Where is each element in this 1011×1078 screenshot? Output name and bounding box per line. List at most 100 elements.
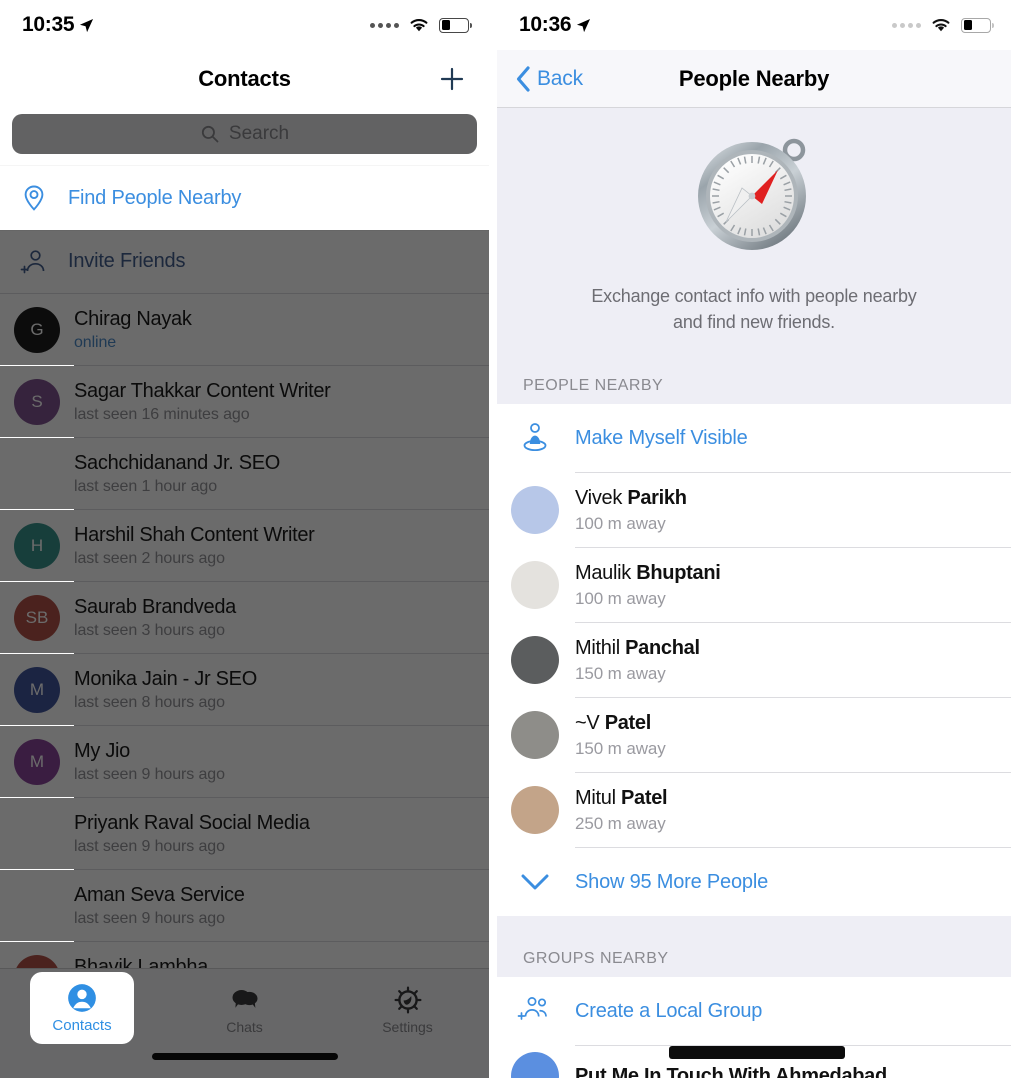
action-find-people-nearby[interactable]: Find People Nearby xyxy=(0,166,489,230)
search-icon xyxy=(201,125,219,143)
tab-label-chats: Chats xyxy=(226,1019,263,1035)
search-bar-container: Search xyxy=(0,108,489,166)
contact-row[interactable]: M Monika Jain - Jr SEO last seen 8 hours a… xyxy=(0,654,489,725)
person-row[interactable]: Maulik Bhuptani 100 m away xyxy=(497,548,1011,622)
contact-status: last seen 2 hours ago xyxy=(74,549,225,567)
avatar xyxy=(14,451,60,497)
contact-row[interactable]: Sachchidanand Jr. SEO last seen 1 hour ag… xyxy=(0,438,489,509)
contact-name: Saurab Brandveda xyxy=(74,595,236,618)
status-time-group-right: 10:36 xyxy=(519,13,591,37)
hero-section: Exchange contact info with people nearby… xyxy=(497,108,1011,362)
left-nav-bar: Contacts xyxy=(0,50,489,108)
left-dim-layer-2: Invite Friends G Chirag Nayak online S Sagar… xyxy=(0,230,489,1014)
back-button[interactable]: Back xyxy=(515,65,583,93)
gear-icon xyxy=(394,986,421,1014)
contact-name: My Jio xyxy=(74,739,130,762)
person-name: Mithil Panchal xyxy=(575,637,700,660)
contact-name: Chirag Nayak xyxy=(74,307,192,330)
person-last-name: Parikh xyxy=(627,486,687,509)
contact-status: last seen 9 hours ago xyxy=(74,765,225,783)
person-distance: 100 m away xyxy=(575,588,666,608)
person-distance: 150 m away xyxy=(575,663,666,683)
status-indicators-right xyxy=(892,17,995,33)
show-more-people-label: Show 95 More People xyxy=(575,870,768,893)
tab-contacts-highlight[interactable]: Contacts xyxy=(30,972,134,1044)
contact-text: Saurab Brandveda last seen 3 hours ago xyxy=(74,596,475,640)
person-row[interactable]: Vivek Parikh 100 m away xyxy=(497,473,1011,547)
show-more-people-row[interactable]: Show 95 More People xyxy=(497,848,1011,916)
person-last-name: Patel xyxy=(604,711,652,734)
avatar xyxy=(14,811,60,857)
person-row[interactable]: ~V Patel 150 m away xyxy=(497,698,1011,772)
person-text: Vivek Parikh 100 m away xyxy=(575,487,687,534)
wifi-icon xyxy=(932,18,950,32)
person-first-name: ~V xyxy=(575,711,605,734)
compass-icon xyxy=(698,138,806,250)
person-text: Maulik Bhuptani 100 m away xyxy=(575,562,721,609)
avatar xyxy=(511,711,559,760)
search-input[interactable]: Search xyxy=(12,114,477,154)
action-invite-friends[interactable]: Invite Friends xyxy=(0,230,489,293)
status-time-right: 10:36 xyxy=(519,13,572,36)
plus-icon[interactable] xyxy=(437,64,467,94)
chat-bubbles-icon xyxy=(232,990,257,1008)
wifi-icon xyxy=(410,18,428,32)
visibility-person-icon xyxy=(511,414,559,462)
section-header-groups-nearby: GROUPS NEARBY xyxy=(497,938,1011,978)
make-myself-visible-row[interactable]: Make Myself Visible xyxy=(497,404,1011,472)
contact-row[interactable]: S Sagar Thakkar Content Writer last seen 1… xyxy=(0,366,489,437)
contact-text: Aman Seva Service last seen 9 hours ago xyxy=(74,884,475,928)
person-row[interactable]: Mitul Patel 250 m away xyxy=(497,773,1011,847)
signal-dots-icon xyxy=(892,22,921,28)
contact-status: last seen 3 hours ago xyxy=(74,621,225,639)
contact-row[interactable]: SB Saurab Brandveda last seen 3 hours ago xyxy=(0,582,489,653)
person-first-name: Mitul xyxy=(575,786,621,809)
tab-chats[interactable]: Chats xyxy=(163,977,326,1035)
contact-row[interactable]: H Harshil Shah Content Writer last seen 2 … xyxy=(0,510,489,581)
contact-text: Sachchidanand Jr. SEO last seen 1 hour ag… xyxy=(74,452,475,496)
screenshot-root: 10:35 Contacts Search Find People Nearby… xyxy=(0,0,1011,1078)
left-phone-screen: 10:35 Contacts Search Find People Nearby… xyxy=(0,0,497,1078)
contact-text: Chirag Nayak online xyxy=(74,308,475,352)
status-time: 10:35 xyxy=(22,13,75,36)
person-first-name: Maulik xyxy=(575,561,637,584)
avatar xyxy=(14,883,60,929)
person-text: Mitul Patel 250 m away xyxy=(575,786,668,834)
contact-status: last seen 16 minutes ago xyxy=(74,405,250,423)
right-status-bar: 10:36 xyxy=(497,0,1011,50)
contact-row[interactable]: G Chirag Nayak online xyxy=(0,294,489,365)
section-gap xyxy=(497,916,1011,939)
contacts-list: G Chirag Nayak online S Sagar Thakkar Conten… xyxy=(0,294,489,1014)
person-row[interactable]: Mithil Panchal 150 m away xyxy=(497,623,1011,697)
contact-name: Monika Jain - Jr SEO xyxy=(74,667,257,690)
left-dim-layer: 10:35 Contacts Search xyxy=(0,0,489,166)
contact-text: Harshil Shah Content Writer last seen 2 h… xyxy=(74,524,475,568)
person-last-name: Patel xyxy=(620,786,668,809)
person-text: ~V Patel 150 m away xyxy=(575,712,666,759)
battery-icon xyxy=(961,17,995,33)
contact-row[interactable]: Priyank Raval Social Media last seen 9 ho… xyxy=(0,798,489,869)
contact-row[interactable]: Aman Seva Service last seen 9 hours ago xyxy=(0,870,489,941)
tab-settings[interactable]: Settings xyxy=(326,977,489,1035)
contact-row[interactable]: M My Jio last seen 9 hours ago xyxy=(0,726,489,797)
contact-text: Priyank Raval Social Media last seen 9 ho… xyxy=(74,812,475,856)
person-last-name: Panchal xyxy=(625,636,700,659)
contact-text: My Jio last seen 9 hours ago xyxy=(74,740,475,784)
avatar xyxy=(511,786,559,835)
section-header-people-nearby: PEOPLE NEARBY xyxy=(497,361,1011,405)
page-title-right: People Nearby xyxy=(678,65,830,91)
status-indicators xyxy=(370,17,473,33)
make-myself-visible-label: Make Myself Visible xyxy=(575,426,748,449)
avatar xyxy=(511,486,559,535)
chevron-left-icon xyxy=(516,65,530,92)
person-name: ~V Patel xyxy=(575,712,666,735)
tab-label-settings: Settings xyxy=(382,1019,433,1035)
redaction-bar xyxy=(669,1046,845,1059)
create-local-group-row[interactable]: Create a Local Group xyxy=(497,977,1011,1045)
find-people-nearby-callout: Find People Nearby xyxy=(0,166,489,230)
avatar: H xyxy=(14,522,60,569)
person-distance: 100 m away xyxy=(575,513,666,533)
contact-status: online xyxy=(74,333,117,351)
status-time-group: 10:35 xyxy=(22,13,94,37)
contact-name: Aman Seva Service xyxy=(74,883,245,906)
